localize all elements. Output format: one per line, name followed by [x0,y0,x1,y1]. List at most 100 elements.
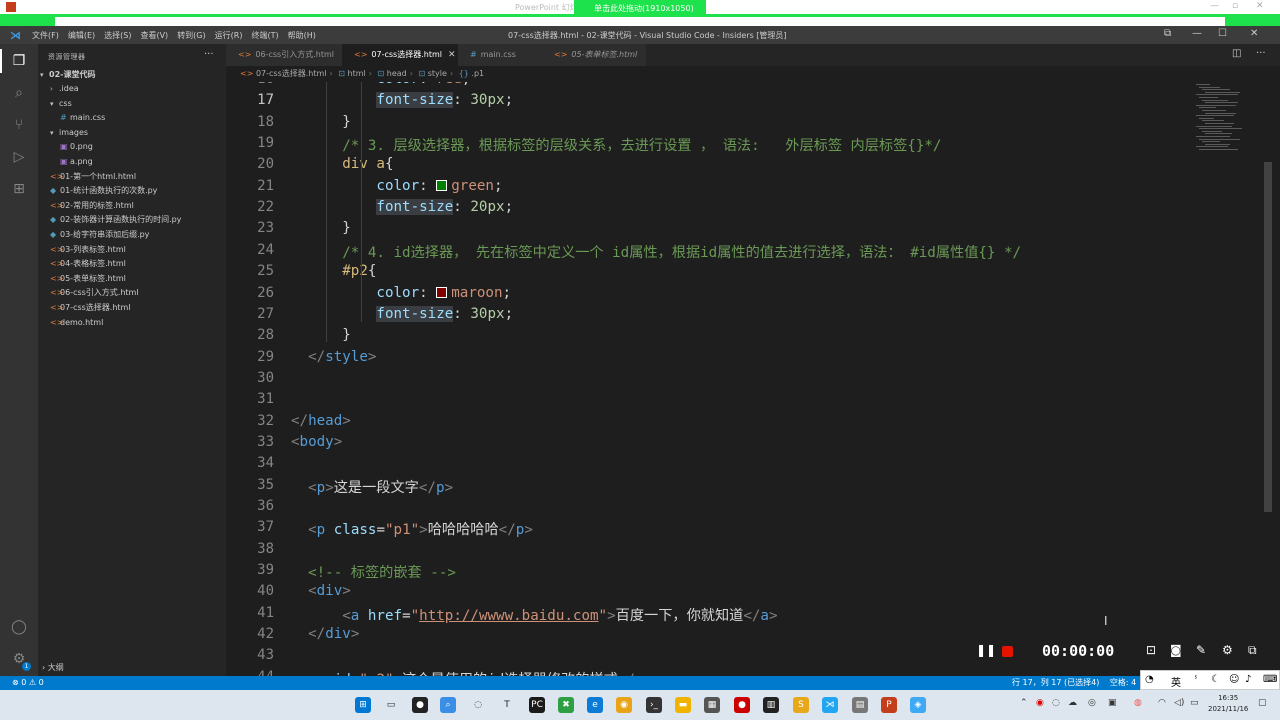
code-line[interactable]: color: red; [291,82,470,87]
breadcrumb-file[interactable]: 07-css选择器.html [256,69,327,78]
pycharm-icon[interactable]: PC [529,697,545,713]
tab-06-css-import[interactable]: <> 06-css引入方式.html [226,44,342,66]
code-line[interactable]: <p class="p1">哈哈哈哈哈</p> [291,519,533,539]
source-control-icon[interactable]: ⑂ [10,116,28,134]
code-line[interactable]: color: green; [291,178,502,194]
system-clock[interactable]: 16:35 2021/11/16 [1208,693,1248,715]
tree-folder[interactable]: ▾ images [50,126,88,140]
battery-icon[interactable]: ▭ [1190,698,1199,708]
screenshot-icon[interactable]: ⊡ [1146,643,1156,657]
tree-file[interactable]: <>demo.html [50,316,103,330]
indentation[interactable]: 空格: 4 [1110,678,1136,687]
pause-icon[interactable]: ❚❚ [976,643,996,657]
tab-close-icon[interactable]: ✕ [448,50,456,60]
more-actions-icon[interactable]: ··· [204,49,214,60]
menu-edit[interactable]: 编辑(E) [68,30,95,41]
code-line[interactable]: #p2{ [291,263,376,279]
file-explorer-icon[interactable]: ▬ [675,697,691,713]
code-line[interactable]: } [291,220,351,236]
window-maximize-icon[interactable]: ☐ [1218,28,1227,39]
ime-language[interactable]: 英 [1171,674,1181,689]
code-line[interactable]: /* 4. id选择器， 先在标签中定义一个 id属性，根据id属性的值去进行选… [291,242,1021,262]
tree-folder[interactable]: › .idea [50,82,79,96]
app-icon-6[interactable]: ▤ [852,697,868,713]
tree-file[interactable]: <>01-第一个html.html [50,170,136,184]
tab-07-css-selector[interactable]: <> 07-css选择器.html ✕ [342,44,458,66]
code-line[interactable]: </div> [291,626,359,642]
powerpoint-taskbar-icon[interactable]: P [881,697,897,713]
split-editor-icon[interactable]: ◫ [1232,48,1241,59]
restore-icon[interactable]: ▫ [1232,1,1238,11]
typora-icon[interactable]: T [499,697,515,713]
tray-app-icon-6[interactable]: ◍ [1134,698,1142,708]
problems-indicator[interactable]: ⊗ 0 ⚠ 0 [12,676,44,690]
tree-file[interactable]: ▣ 0.png [60,140,93,154]
stop-record-icon[interactable] [1002,646,1013,657]
sublime-icon[interactable]: S [793,697,809,713]
tray-app-icon-2[interactable]: ◌ [1052,698,1060,708]
menu-file[interactable]: 文件(F) [32,30,59,41]
tree-file[interactable]: # main.css [60,111,105,125]
pen-icon[interactable]: ✎ [1196,643,1206,657]
edge-icon[interactable]: e [587,697,603,713]
tab-main-css[interactable]: # main.css [458,44,542,66]
tree-file[interactable]: <>07-css选择器.html [50,301,131,315]
search-app-icon[interactable]: ⌕ [440,697,456,713]
ime-moon-icon[interactable]: ☾ [1211,674,1220,685]
menu-help[interactable]: 帮助(H) [288,30,316,41]
tree-file[interactable]: <>02-常用的标签.html [50,199,134,213]
camera-icon[interactable]: ◙ [1170,643,1182,657]
code-line[interactable]: div a{ [291,156,393,172]
code-line[interactable]: <!-- 标签的嵌套 --> [291,562,456,582]
breadcrumb-head[interactable]: head [387,69,407,78]
vertical-scrollbar-thumb[interactable] [1264,162,1272,512]
outline-section[interactable]: › 大纲 [42,662,64,673]
task-view-icon[interactable]: ▭ [383,697,399,713]
code-line[interactable]: </head> [291,413,351,429]
breadcrumb-html[interactable]: html [348,69,366,78]
code-line[interactable]: <div> [291,583,351,599]
minimap[interactable] [1192,82,1262,162]
app-icon-3[interactable]: ✖ [558,697,574,713]
breadcrumb-selector[interactable]: .p1 [471,69,484,78]
tray-app-icon-4[interactable]: ◎ [1088,698,1096,708]
code-line[interactable]: font-size: 30px; [291,92,513,109]
close-icon[interactable]: ✕ [1256,1,1264,11]
code-line[interactable]: color: maroon; [291,285,511,301]
editor-more-icon[interactable]: ··· [1256,48,1266,59]
vscode-taskbar-icon[interactable]: ⋊ [822,697,838,713]
tree-file[interactable]: <>03-列表标签.html [50,243,126,257]
code-line[interactable]: /* 3. 层级选择器，根据标签的层级关系，去进行设置 ， 语法: 外层标签 内… [291,135,941,155]
code-line[interactable]: <body> [291,434,342,450]
tray-app-icon-3[interactable]: ☁ [1068,698,1077,708]
tree-file[interactable]: ▣ a.png [60,155,93,169]
ime-logo-icon[interactable]: ◔ [1145,674,1154,685]
recorder-window-icon[interactable]: ⧉ [1248,643,1257,658]
ime-emoji-icon[interactable]: ☺ [1229,674,1239,685]
code-line[interactable]: <p>这是一段文字</p> [291,477,453,497]
menu-go[interactable]: 转到(G) [177,30,205,41]
run-debug-icon[interactable]: ▷ [10,148,28,166]
volume-icon[interactable]: ◁) [1174,698,1184,708]
drag-banner[interactable]: 单击此处拖动(1910x1050) [574,0,706,14]
minimize-icon[interactable]: — [1210,1,1219,11]
code-line[interactable]: </style> [291,349,376,365]
tree-file[interactable]: ◆ 01-统计函数执行的次数.py [50,184,157,198]
app-icon-2[interactable]: ◌ [470,697,486,713]
layout-icon[interactable]: ⧉ [1164,28,1171,39]
explorer-icon[interactable]: ❐ [0,49,28,73]
tree-root-folder[interactable]: ▾ 02-课堂代码 [40,68,95,82]
menu-view[interactable]: 查看(V) [140,30,168,41]
recorder-settings-icon[interactable]: ⚙ [1222,643,1233,657]
tray-chevron-icon[interactable]: ⌃ [1020,698,1028,708]
settings-gear-icon[interactable]: ⚙ 1 [10,650,31,671]
code-line[interactable]: font-size: 30px; [291,305,513,322]
code-editor[interactable]: 16 17 18 19 20 21 22 23 24 25 26 27 28 29 30 31 32 33 34 35… [226,82,1280,676]
start-windows-icon[interactable]: ⊞ [355,697,371,713]
code-line[interactable]: } [291,327,351,343]
tree-file[interactable]: <>06-css引入方式.html [50,286,139,300]
menu-selection[interactable]: 选择(S) [104,30,131,41]
code-line[interactable]: font-size: 20px; [291,199,513,216]
breadcrumb-style[interactable]: style [428,69,447,78]
app-icon-1[interactable]: ● [412,697,428,713]
